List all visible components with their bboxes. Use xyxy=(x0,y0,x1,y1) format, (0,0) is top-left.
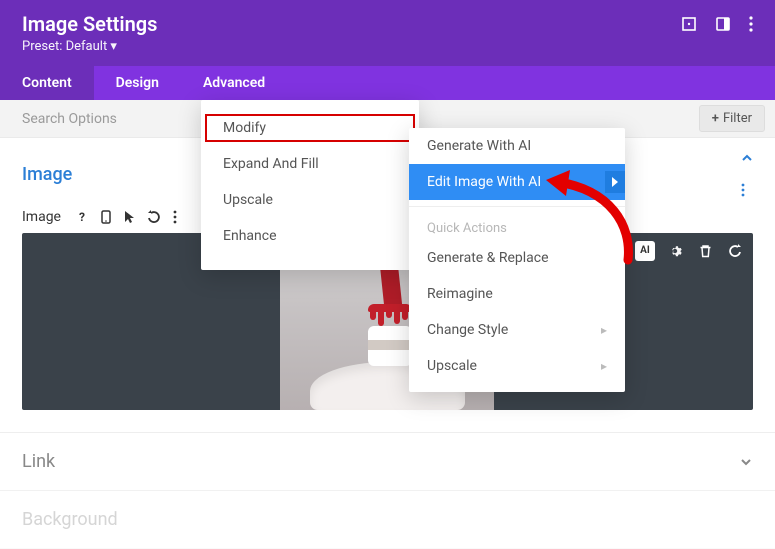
menu-heading-quick-actions: Quick Actions xyxy=(409,213,625,240)
filter-label: Filter xyxy=(723,111,752,126)
menu-item-edit-ai[interactable]: Edit Image With AI xyxy=(409,164,625,200)
undo-icon[interactable] xyxy=(147,210,161,224)
menu-item-edit-ai-label: Edit Image With AI xyxy=(427,174,541,190)
section-actions xyxy=(741,152,753,197)
modify-submenu: Generate With AI Edit Image With AI Quic… xyxy=(409,128,625,392)
section-title-image[interactable]: Image xyxy=(22,164,72,185)
menu-item-expand-fill[interactable]: Expand And Fill xyxy=(201,146,419,182)
accordion-link-label: Link xyxy=(22,451,55,472)
menu-item-upscale-sub[interactable]: Upscale ▸ xyxy=(409,348,625,384)
menu-item-change-style[interactable]: Change Style ▸ xyxy=(409,312,625,348)
preset-selector[interactable]: Preset: Default ▾ xyxy=(22,39,157,54)
more-icon[interactable] xyxy=(749,16,753,32)
menu-item-modify[interactable]: Modify xyxy=(201,110,419,146)
panel-icon[interactable] xyxy=(715,16,731,32)
settings-icon[interactable] xyxy=(665,241,685,261)
search-input[interactable]: Search Options xyxy=(22,111,117,127)
menu-item-upscale[interactable]: Upscale xyxy=(201,182,419,218)
filter-button[interactable]: +Filter xyxy=(699,105,765,132)
toolrow-more-icon[interactable] xyxy=(173,210,177,224)
tabs: Content Design Advanced xyxy=(0,66,775,100)
menu-item-change-style-label: Change Style xyxy=(427,322,508,338)
menu-item-upscale-sub-label: Upscale xyxy=(427,358,477,374)
cursor-icon[interactable] xyxy=(123,210,135,224)
image-actions-menu: Modify Expand And Fill Upscale Enhance xyxy=(201,100,419,270)
tab-advanced[interactable]: Advanced xyxy=(181,66,287,100)
section-more-icon[interactable] xyxy=(741,183,753,197)
accordion-link[interactable]: Link xyxy=(0,433,775,491)
help-icon[interactable]: ? xyxy=(75,210,89,224)
chevron-right-icon xyxy=(605,171,625,193)
canvas-toolbar: AI xyxy=(635,241,745,261)
chevron-right-icon: ▸ xyxy=(601,359,607,373)
menu-item-enhance[interactable]: Enhance xyxy=(201,218,419,254)
header: Image Settings Preset: Default ▾ xyxy=(0,0,775,66)
ai-button[interactable]: AI xyxy=(635,241,655,261)
collapse-icon[interactable] xyxy=(741,152,753,164)
svg-text:?: ? xyxy=(79,210,85,224)
menu-divider xyxy=(409,206,625,207)
menu-item-reimagine[interactable]: Reimagine xyxy=(409,276,625,312)
expand-icon[interactable] xyxy=(681,16,697,32)
page-title: Image Settings xyxy=(22,12,157,36)
chevron-down-icon xyxy=(739,455,753,469)
tab-content[interactable]: Content xyxy=(0,66,94,100)
accordion-group: Link Background xyxy=(0,432,775,549)
mobile-icon[interactable] xyxy=(101,210,111,224)
tab-design[interactable]: Design xyxy=(94,66,181,100)
header-left: Image Settings Preset: Default ▾ xyxy=(22,12,157,54)
accordion-background[interactable]: Background xyxy=(0,491,775,549)
menu-item-generate-replace[interactable]: Generate & Replace xyxy=(409,240,625,276)
delete-icon[interactable] xyxy=(695,241,715,261)
reset-icon[interactable] xyxy=(725,241,745,261)
menu-item-generate-ai[interactable]: Generate With AI xyxy=(409,128,625,164)
accordion-background-label: Background xyxy=(22,509,118,530)
chevron-right-icon: ▸ xyxy=(601,323,607,337)
header-actions xyxy=(681,12,753,32)
image-tool-label: Image xyxy=(22,209,61,225)
